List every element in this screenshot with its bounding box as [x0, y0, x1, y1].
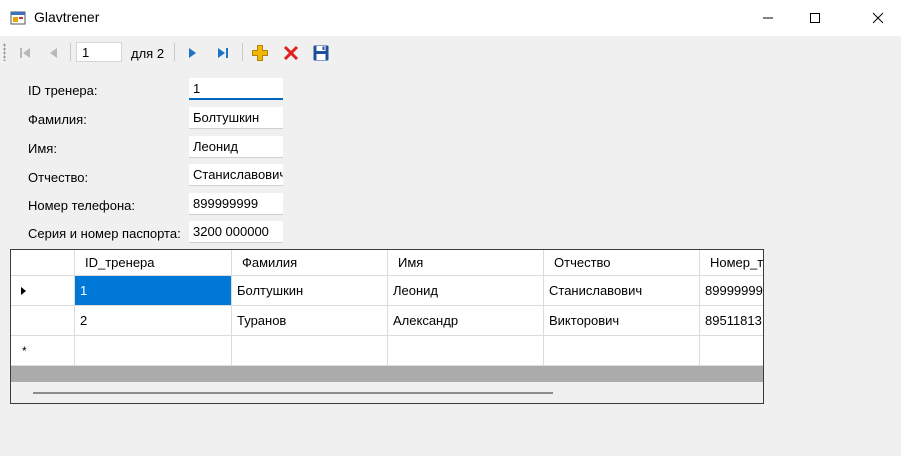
- move-next-button[interactable]: [181, 42, 203, 64]
- minimize-icon: [763, 17, 773, 19]
- data-grid[interactable]: ID_тренера Фамилия Имя Отчество Номер_те…: [10, 249, 764, 404]
- close-icon: [872, 12, 884, 24]
- table-cell[interactable]: Леонид: [388, 276, 544, 306]
- toolbar-separator: [242, 43, 243, 61]
- maximize-button[interactable]: [792, 0, 838, 36]
- patronymic-field[interactable]: Станиславович: [189, 164, 283, 186]
- grid-corner-header[interactable]: [11, 250, 75, 276]
- minimize-button[interactable]: [745, 0, 791, 36]
- table-cell[interactable]: Туранов: [232, 306, 388, 336]
- passport-field[interactable]: 3200 000000: [189, 221, 283, 243]
- column-header-id[interactable]: ID_тренера: [75, 250, 232, 276]
- table-cell[interactable]: 89511813: [700, 306, 763, 336]
- column-header-patronymic[interactable]: Отчество: [544, 250, 700, 276]
- table-cell[interactable]: [544, 336, 700, 366]
- count-label: для 2: [131, 46, 165, 61]
- id-field[interactable]: 1: [189, 78, 283, 100]
- table-cell[interactable]: [388, 336, 544, 366]
- move-next-icon: [189, 48, 196, 58]
- new-row-marker[interactable]: *: [11, 336, 75, 366]
- move-last-button[interactable]: [212, 42, 234, 64]
- table-cell[interactable]: Станиславович: [544, 276, 700, 306]
- surname-label: Фамилия:: [28, 112, 87, 127]
- move-previous-icon: [50, 48, 57, 58]
- table-cell[interactable]: Александр: [388, 306, 544, 336]
- close-button[interactable]: [855, 0, 901, 36]
- phone-field[interactable]: 899999999: [189, 193, 283, 215]
- move-previous-button[interactable]: [43, 42, 65, 64]
- column-header-phone[interactable]: Номер_телефона: [700, 250, 763, 276]
- passport-label: Серия и номер паспорта:: [28, 226, 181, 241]
- window-title: Glavtrener: [34, 9, 100, 25]
- save-icon: [313, 45, 329, 61]
- scrollbar-thumb[interactable]: [33, 392, 553, 394]
- move-first-button[interactable]: [14, 42, 36, 64]
- phone-label: Номер телефона:: [28, 198, 135, 213]
- horizontal-scrollbar[interactable]: [11, 382, 763, 403]
- save-button[interactable]: [310, 42, 332, 64]
- title-bar: Glavtrener: [0, 0, 901, 36]
- delete-button[interactable]: [280, 42, 302, 64]
- current-row-icon: [21, 287, 26, 295]
- add-new-button[interactable]: [249, 42, 271, 64]
- add-new-icon: [252, 45, 268, 61]
- column-header-surname[interactable]: Фамилия: [232, 250, 388, 276]
- row-header[interactable]: [11, 306, 75, 336]
- surname-field[interactable]: Болтушкин: [189, 107, 283, 129]
- toolbar-separator: [174, 43, 175, 61]
- table-cell[interactable]: [75, 336, 232, 366]
- position-input[interactable]: [76, 42, 122, 62]
- table-cell[interactable]: [700, 336, 763, 366]
- toolbar-grip[interactable]: [3, 43, 6, 61]
- move-last-icon: [218, 48, 228, 58]
- row-header[interactable]: [11, 276, 75, 306]
- toolbar-separator: [70, 43, 71, 61]
- move-first-icon: [20, 48, 30, 58]
- delete-icon: [283, 45, 299, 61]
- table-cell[interactable]: 1: [75, 276, 232, 306]
- table-cell[interactable]: 899999999: [700, 276, 763, 306]
- name-field[interactable]: Леонид: [189, 136, 283, 158]
- patronymic-label: Отчество:: [28, 170, 89, 185]
- form-icon: [10, 11, 26, 25]
- table-cell[interactable]: Викторович: [544, 306, 700, 336]
- table-cell[interactable]: Болтушкин: [232, 276, 388, 306]
- name-label: Имя:: [28, 141, 57, 156]
- table-cell[interactable]: 2: [75, 306, 232, 336]
- id-label: ID тренера:: [28, 83, 98, 98]
- column-header-name[interactable]: Имя: [388, 250, 544, 276]
- maximize-icon: [810, 13, 820, 23]
- table-cell[interactable]: [232, 336, 388, 366]
